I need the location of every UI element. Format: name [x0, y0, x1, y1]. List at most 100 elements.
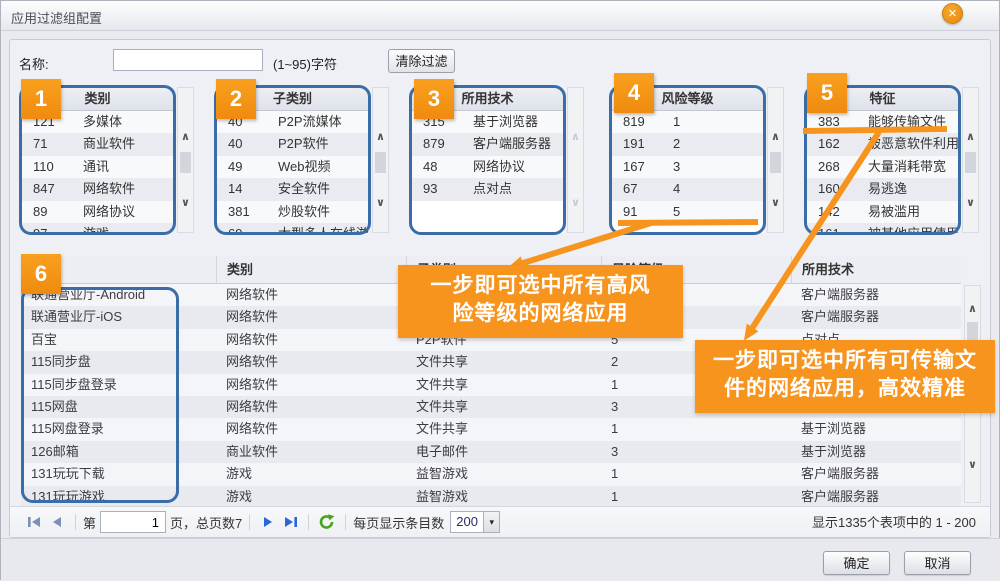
filter-row[interactable]: 381炒股软件: [216, 201, 369, 223]
table-cell: 益智游戏: [406, 486, 601, 506]
scroll-thumb[interactable]: [965, 152, 976, 173]
scrollbar[interactable]: ∧ ∨: [962, 87, 979, 233]
table-cell: 百宝: [21, 329, 216, 351]
ok-button[interactable]: 确定: [823, 551, 890, 575]
filter-row[interactable]: 40P2P软件: [216, 133, 369, 155]
row-label: 2: [663, 133, 764, 155]
scroll-up-icon[interactable]: ∧: [373, 130, 388, 143]
row-label: 多媒体: [73, 111, 174, 133]
close-icon[interactable]: ✕: [942, 3, 963, 24]
scroll-thumb[interactable]: [180, 152, 191, 173]
app-filter-dialog: 应用过滤组配置 ✕ 名称: (1~95)字符 清除过滤 类别 121多媒体71商…: [0, 0, 1000, 580]
scroll-up-icon[interactable]: ∧: [568, 130, 583, 143]
scroll-up-icon[interactable]: ∧: [768, 130, 783, 143]
cancel-button[interactable]: 取消: [904, 551, 971, 575]
last-page-icon[interactable]: [282, 515, 298, 529]
divider: [308, 514, 309, 530]
filter-row[interactable]: 71商业软件: [21, 133, 174, 155]
filter-row[interactable]: 879客户端服务器: [411, 133, 564, 155]
callout-high-risk: 一步即可选中所有高风 险等级的网络应用: [398, 265, 683, 338]
scrollbar[interactable]: ∧ ∨: [372, 87, 389, 233]
divider: [249, 514, 250, 530]
scroll-down-icon[interactable]: ∨: [568, 196, 583, 209]
table-cell: 基于浏览器: [791, 418, 961, 440]
filter-row[interactable]: 49Web视频: [216, 156, 369, 178]
scroll-up-icon[interactable]: ∧: [965, 302, 980, 315]
refresh-icon[interactable]: [318, 514, 336, 530]
row-count: 167: [611, 156, 663, 178]
scroll-up-icon[interactable]: ∧: [178, 130, 193, 143]
table-cell: 游戏: [216, 486, 406, 506]
filter-row[interactable]: 915: [611, 201, 764, 223]
table-cell: 商业软件: [216, 441, 406, 463]
row-label: 基于浏览器: [463, 111, 564, 133]
scroll-down-icon[interactable]: ∨: [965, 458, 980, 471]
filter-row[interactable]: 97游戏: [21, 223, 174, 233]
table-column-header[interactable]: 类别: [216, 256, 406, 283]
clear-filter-button[interactable]: 清除过滤: [388, 49, 455, 73]
scroll-down-icon[interactable]: ∨: [373, 196, 388, 209]
row-count: 383: [806, 111, 858, 133]
filter-row[interactable]: 383能够传输文件: [806, 111, 959, 133]
table-cell: 益智游戏: [406, 463, 601, 485]
row-count: 381: [216, 201, 268, 223]
filter-row[interactable]: 162被恶意软件利用: [806, 133, 959, 155]
name-input[interactable]: [113, 49, 263, 71]
row-count: 48: [411, 156, 463, 178]
prev-page-icon[interactable]: [49, 515, 65, 529]
chevron-down-icon[interactable]: ▾: [483, 512, 499, 532]
filter-row[interactable]: 268大量消耗带宽: [806, 156, 959, 178]
filter-row[interactable]: 48网络协议: [411, 156, 564, 178]
table-row[interactable]: 131玩玩游戏游戏益智游戏1客户端服务器: [21, 486, 961, 506]
row-label: 点对点: [463, 178, 564, 200]
table-cell: 115网盘: [21, 396, 216, 418]
filter-row[interactable]: 847网络软件: [21, 178, 174, 200]
table-cell: 115同步盘登录: [21, 374, 216, 396]
row-count: 91: [611, 201, 663, 223]
table-column-header[interactable]: 所用技术: [791, 256, 961, 283]
row-label: 被恶意软件利用: [858, 133, 959, 155]
scroll-down-icon[interactable]: ∨: [768, 196, 783, 209]
filter-row[interactable]: 1912: [611, 133, 764, 155]
row-count: 847: [21, 178, 73, 200]
row-count: 49: [216, 156, 268, 178]
row-label: 游戏: [73, 223, 174, 233]
filter-row[interactable]: 8191: [611, 111, 764, 133]
filter-row[interactable]: 1673: [611, 156, 764, 178]
range-text: 显示1335个表项中的 1 - 200: [812, 507, 976, 538]
scroll-down-icon[interactable]: ∨: [963, 196, 978, 209]
first-page-icon[interactable]: [27, 515, 43, 529]
scroll-down-icon[interactable]: ∨: [178, 196, 193, 209]
next-page-icon[interactable]: [260, 515, 276, 529]
scroll-thumb[interactable]: [770, 152, 781, 173]
table-cell: 126邮箱: [21, 441, 216, 463]
scrollbar[interactable]: ∧ ∨: [767, 87, 784, 233]
row-label: P2P流媒体: [268, 111, 369, 133]
page-number-input[interactable]: [100, 511, 166, 533]
step-badge-5: 5: [807, 73, 847, 113]
row-label: 网络协议: [73, 201, 174, 223]
per-page-select[interactable]: 200 ▾: [450, 511, 500, 533]
scroll-up-icon[interactable]: ∧: [963, 130, 978, 143]
table-row[interactable]: 131玩玩下载游戏益智游戏1客户端服务器: [21, 463, 961, 485]
filter-row[interactable]: 110通讯: [21, 156, 174, 178]
scroll-thumb[interactable]: [375, 152, 386, 173]
filter-row[interactable]: 89网络协议: [21, 201, 174, 223]
table-row[interactable]: 115网盘登录网络软件文件共享1基于浏览器: [21, 418, 961, 440]
filter-row[interactable]: 160易逃逸: [806, 178, 959, 200]
filter-row[interactable]: 14安全软件: [216, 178, 369, 200]
scrollbar[interactable]: ∧ ∨: [177, 87, 194, 233]
row-label: 5: [663, 201, 764, 223]
scrollbar[interactable]: ∧ ∨: [567, 87, 584, 233]
table-row[interactable]: 126邮箱商业软件电子邮件3基于浏览器: [21, 441, 961, 463]
dialog-title: 应用过滤组配置: [11, 8, 102, 27]
filter-row[interactable]: 674: [611, 178, 764, 200]
filter-row[interactable]: 161被其他应用使用: [806, 223, 959, 233]
row-count: 14: [216, 178, 268, 200]
table-cell: 文件共享: [406, 351, 601, 373]
table-cell: 客户端服务器: [791, 306, 961, 328]
filter-row[interactable]: 142易被滥用: [806, 201, 959, 223]
filter-row[interactable]: 69大型多人在线游戏: [216, 223, 369, 233]
filter-row[interactable]: 93点对点: [411, 178, 564, 200]
row-label: 安全软件: [268, 178, 369, 200]
